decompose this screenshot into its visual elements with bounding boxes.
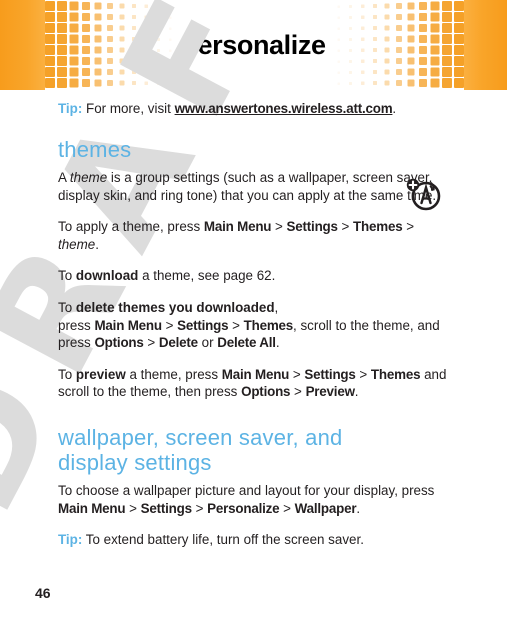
page-number: 46: [35, 585, 51, 601]
menu-sep: >: [271, 219, 287, 235]
menu-path-settings: Settings: [177, 317, 229, 333]
apply-period: .: [95, 236, 99, 252]
page-header-banner: personalize: [0, 0, 507, 90]
tip-battery-text: To extend battery life, turn off the scr…: [82, 532, 364, 548]
themes-heading: themes: [58, 137, 132, 162]
download-lead: To: [58, 268, 76, 284]
delete-period: .: [275, 335, 280, 351]
preview-theme-paragraph: To preview a theme, press Main Menu > Se…: [58, 366, 448, 401]
menu-path-themes: Themes: [370, 366, 421, 382]
choose-period: .: [356, 500, 361, 516]
menu-sep: >: [402, 219, 415, 235]
menu-sep: >: [337, 219, 354, 235]
preview-lead: To: [58, 366, 76, 382]
wallpaper-heading-line1: wallpaper, screen saver, and: [58, 424, 343, 450]
menu-path-main-menu: Main Menu: [58, 500, 126, 516]
document-page: personalize DRAFT Tip: For more, visit w…: [0, 0, 507, 617]
delete-line2-lead: press: [58, 317, 95, 333]
download-tail: a theme, see page 62.: [138, 268, 276, 284]
page-footer: 46: [35, 585, 51, 603]
tip-label: Tip:: [58, 532, 83, 548]
menu-path-settings: Settings: [140, 500, 192, 516]
menu-path-settings: Settings: [304, 366, 356, 382]
preview-mid1: a theme, press: [125, 366, 222, 382]
download-bold: download: [75, 268, 139, 284]
tip-answertones: Tip: For more, visit www.answertones.wir…: [58, 100, 448, 117]
apply-theme-paragraph: To apply a theme, press Main Menu > Sett…: [58, 218, 448, 253]
menu-path-main-menu: Main Menu: [203, 219, 272, 235]
tip-text-after: .: [392, 101, 397, 116]
tip-battery-life: Tip: To extend battery life, turn off th…: [58, 531, 448, 548]
page-content: Tip: For more, visit www.answertones.wir…: [58, 100, 448, 568]
menu-sep: >: [290, 384, 306, 400]
menu-path-main-menu: Main Menu: [94, 317, 162, 333]
menu-sep: >: [355, 366, 371, 382]
page-title: personalize: [181, 29, 326, 60]
preview-period: .: [354, 384, 359, 400]
delete-lead: To: [58, 299, 76, 315]
theme-italic-placeholder: theme: [58, 236, 96, 252]
download-theme-paragraph: To download a theme, see page 62.: [58, 267, 448, 285]
menu-path-themes: Themes: [353, 219, 403, 235]
menu-path-settings: Settings: [286, 219, 338, 235]
menu-path-delete-all: Delete All: [217, 335, 276, 351]
menu-sep: >: [191, 500, 208, 516]
menu-path-personalize: Personalize: [207, 500, 280, 516]
menu-sep: >: [279, 500, 295, 516]
menu-sep: >: [228, 317, 244, 333]
menu-path-options: Options: [94, 335, 144, 351]
theme-italic-word: theme: [69, 170, 108, 185]
delete-themes-paragraph: To delete themes you downloaded, press Ma…: [58, 299, 448, 352]
menu-sep: >: [125, 500, 141, 516]
answertones-url[interactable]: www.answertones.wireless.att.com: [175, 101, 393, 116]
menu-sep: >: [289, 366, 305, 382]
menu-path-main-menu: Main Menu: [221, 366, 290, 382]
tip-text-before: For more, visit: [82, 101, 175, 116]
wallpaper-heading-line2: display settings: [58, 449, 212, 475]
menu-path-preview: Preview: [305, 384, 355, 400]
themes-intro-part1: A: [58, 170, 70, 185]
menu-path-themes: Themes: [243, 317, 294, 333]
delete-or: or: [197, 335, 218, 351]
apply-lead: To apply a theme, press: [58, 219, 204, 235]
antenna-tower-add-icon: [404, 176, 444, 212]
choose-wallpaper-paragraph: To choose a wallpaper picture and layout…: [58, 482, 448, 517]
menu-sep: >: [161, 317, 178, 333]
choose-lead: To choose a wallpaper picture and layout…: [58, 482, 435, 498]
wallpaper-heading: wallpaper, screen saver, and display sett…: [58, 425, 448, 475]
tip-label: Tip:: [58, 101, 83, 116]
delete-comma: ,: [274, 299, 279, 315]
menu-path-options: Options: [241, 384, 291, 400]
themes-intro-part2: is a group settings (such as a wallpaper…: [58, 170, 437, 203]
delete-bold: delete themes you downloaded: [75, 299, 275, 315]
themes-intro-paragraph: A theme is a group settings (such as a w…: [58, 169, 448, 204]
menu-path-delete: Delete: [158, 335, 198, 351]
menu-sep: >: [143, 335, 159, 351]
preview-bold: preview: [75, 366, 126, 382]
menu-path-wallpaper: Wallpaper: [294, 500, 357, 516]
